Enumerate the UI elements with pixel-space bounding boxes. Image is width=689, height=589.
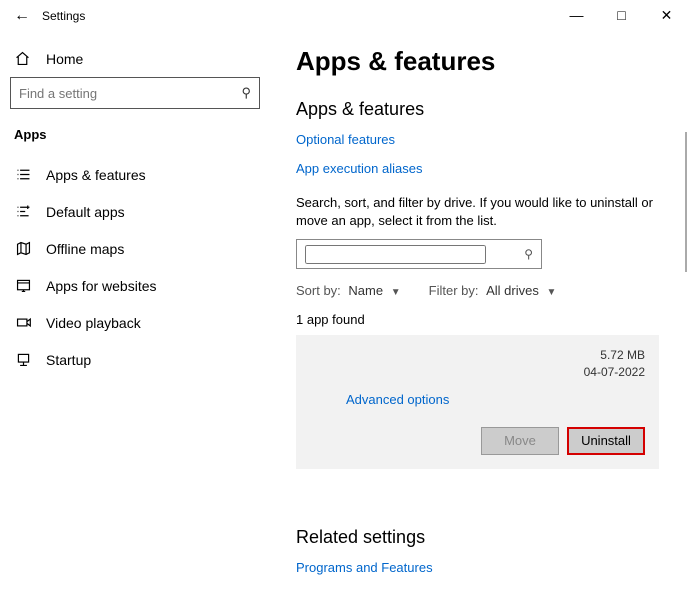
chevron-down-icon: ▼ <box>391 287 401 298</box>
close-button[interactable]: ✕ <box>644 0 689 30</box>
defaults-icon <box>14 203 32 220</box>
nav-apps-features[interactable]: Apps & features <box>10 156 260 193</box>
nav-startup[interactable]: Startup <box>10 341 260 378</box>
page-title: Apps & features <box>296 46 669 77</box>
link-execution-aliases[interactable]: App execution aliases <box>296 161 422 176</box>
section-description: Search, sort, and filter by drive. If yo… <box>296 194 669 229</box>
search-icon: ⚲ <box>524 247 533 261</box>
nav-label: Apps for websites <box>46 278 157 294</box>
related-heading: Related settings <box>296 527 669 548</box>
settings-search[interactable]: ⚲ <box>10 77 260 109</box>
maximize-button[interactable]: □ <box>599 0 644 30</box>
nav-default-apps[interactable]: Default apps <box>10 193 260 230</box>
home-label: Home <box>46 51 83 67</box>
minimize-button[interactable]: ― <box>554 0 599 30</box>
move-button: Move <box>481 427 559 455</box>
nav-label: Default apps <box>46 204 125 220</box>
settings-search-input[interactable] <box>19 86 241 101</box>
nav-video-playback[interactable]: Video playback <box>10 304 260 341</box>
sort-by-dropdown[interactable]: Sort by: Name ▼ <box>296 283 401 298</box>
app-search-input[interactable] <box>305 245 486 264</box>
section-label: Apps <box>10 125 260 156</box>
nav-offline-maps[interactable]: Offline maps <box>10 230 260 267</box>
nav-label: Apps & features <box>46 167 146 183</box>
search-icon: ⚲ <box>241 85 251 101</box>
app-size: 5.72 MB <box>584 347 645 364</box>
back-icon[interactable]: ← <box>8 7 36 25</box>
video-icon <box>14 314 32 331</box>
app-date: 04-07-2022 <box>584 364 645 381</box>
window-title: Settings <box>42 9 85 23</box>
sidebar: Home ⚲ Apps Apps & features Default apps… <box>0 32 270 587</box>
content-pane: Apps & features Apps & features Optional… <box>270 32 689 587</box>
section-heading: Apps & features <box>296 99 669 120</box>
link-optional-features[interactable]: Optional features <box>296 132 395 147</box>
nav-label: Startup <box>46 352 91 368</box>
list-icon <box>14 166 32 183</box>
home-nav[interactable]: Home <box>10 44 260 77</box>
window-controls: ― □ ✕ <box>554 0 689 30</box>
chevron-down-icon: ▼ <box>546 287 556 298</box>
filter-by-dropdown[interactable]: Filter by: All drives ▼ <box>429 283 557 298</box>
app-list-item[interactable]: 5.72 MB 04-07-2022 Advanced options Move… <box>296 335 659 469</box>
nav-label: Video playback <box>46 315 141 331</box>
link-advanced-options[interactable]: Advanced options <box>346 392 449 407</box>
result-count: 1 app found <box>296 312 669 327</box>
app-search[interactable]: ⚲ <box>296 239 542 269</box>
link-programs-features[interactable]: Programs and Features <box>296 560 433 575</box>
map-icon <box>14 240 32 257</box>
website-icon <box>14 277 32 294</box>
nav-label: Offline maps <box>46 241 124 257</box>
nav-apps-websites[interactable]: Apps for websites <box>10 267 260 304</box>
startup-icon <box>14 351 32 368</box>
uninstall-button[interactable]: Uninstall <box>567 427 645 455</box>
home-icon <box>14 50 32 67</box>
